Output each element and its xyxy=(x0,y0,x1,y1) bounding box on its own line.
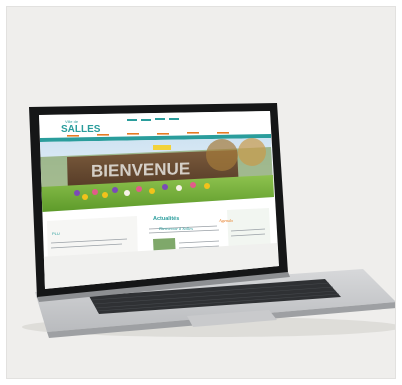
hero-banner-text: BIENVENUE xyxy=(91,159,190,181)
notice-badge xyxy=(153,145,171,150)
left-card-heading: PLU xyxy=(52,231,60,236)
agenda-heading: Agenda xyxy=(218,218,233,223)
photo-frame: Ville de SALLES BIENVENUE Actualités Bie… xyxy=(6,6,396,379)
article-heading: Bienvenue à Salles xyxy=(159,226,193,231)
site-logo: SALLES xyxy=(61,124,101,135)
laptop-photo: Ville de SALLES BIENVENUE Actualités Bie… xyxy=(22,103,395,338)
section-title: Actualités xyxy=(153,216,179,222)
